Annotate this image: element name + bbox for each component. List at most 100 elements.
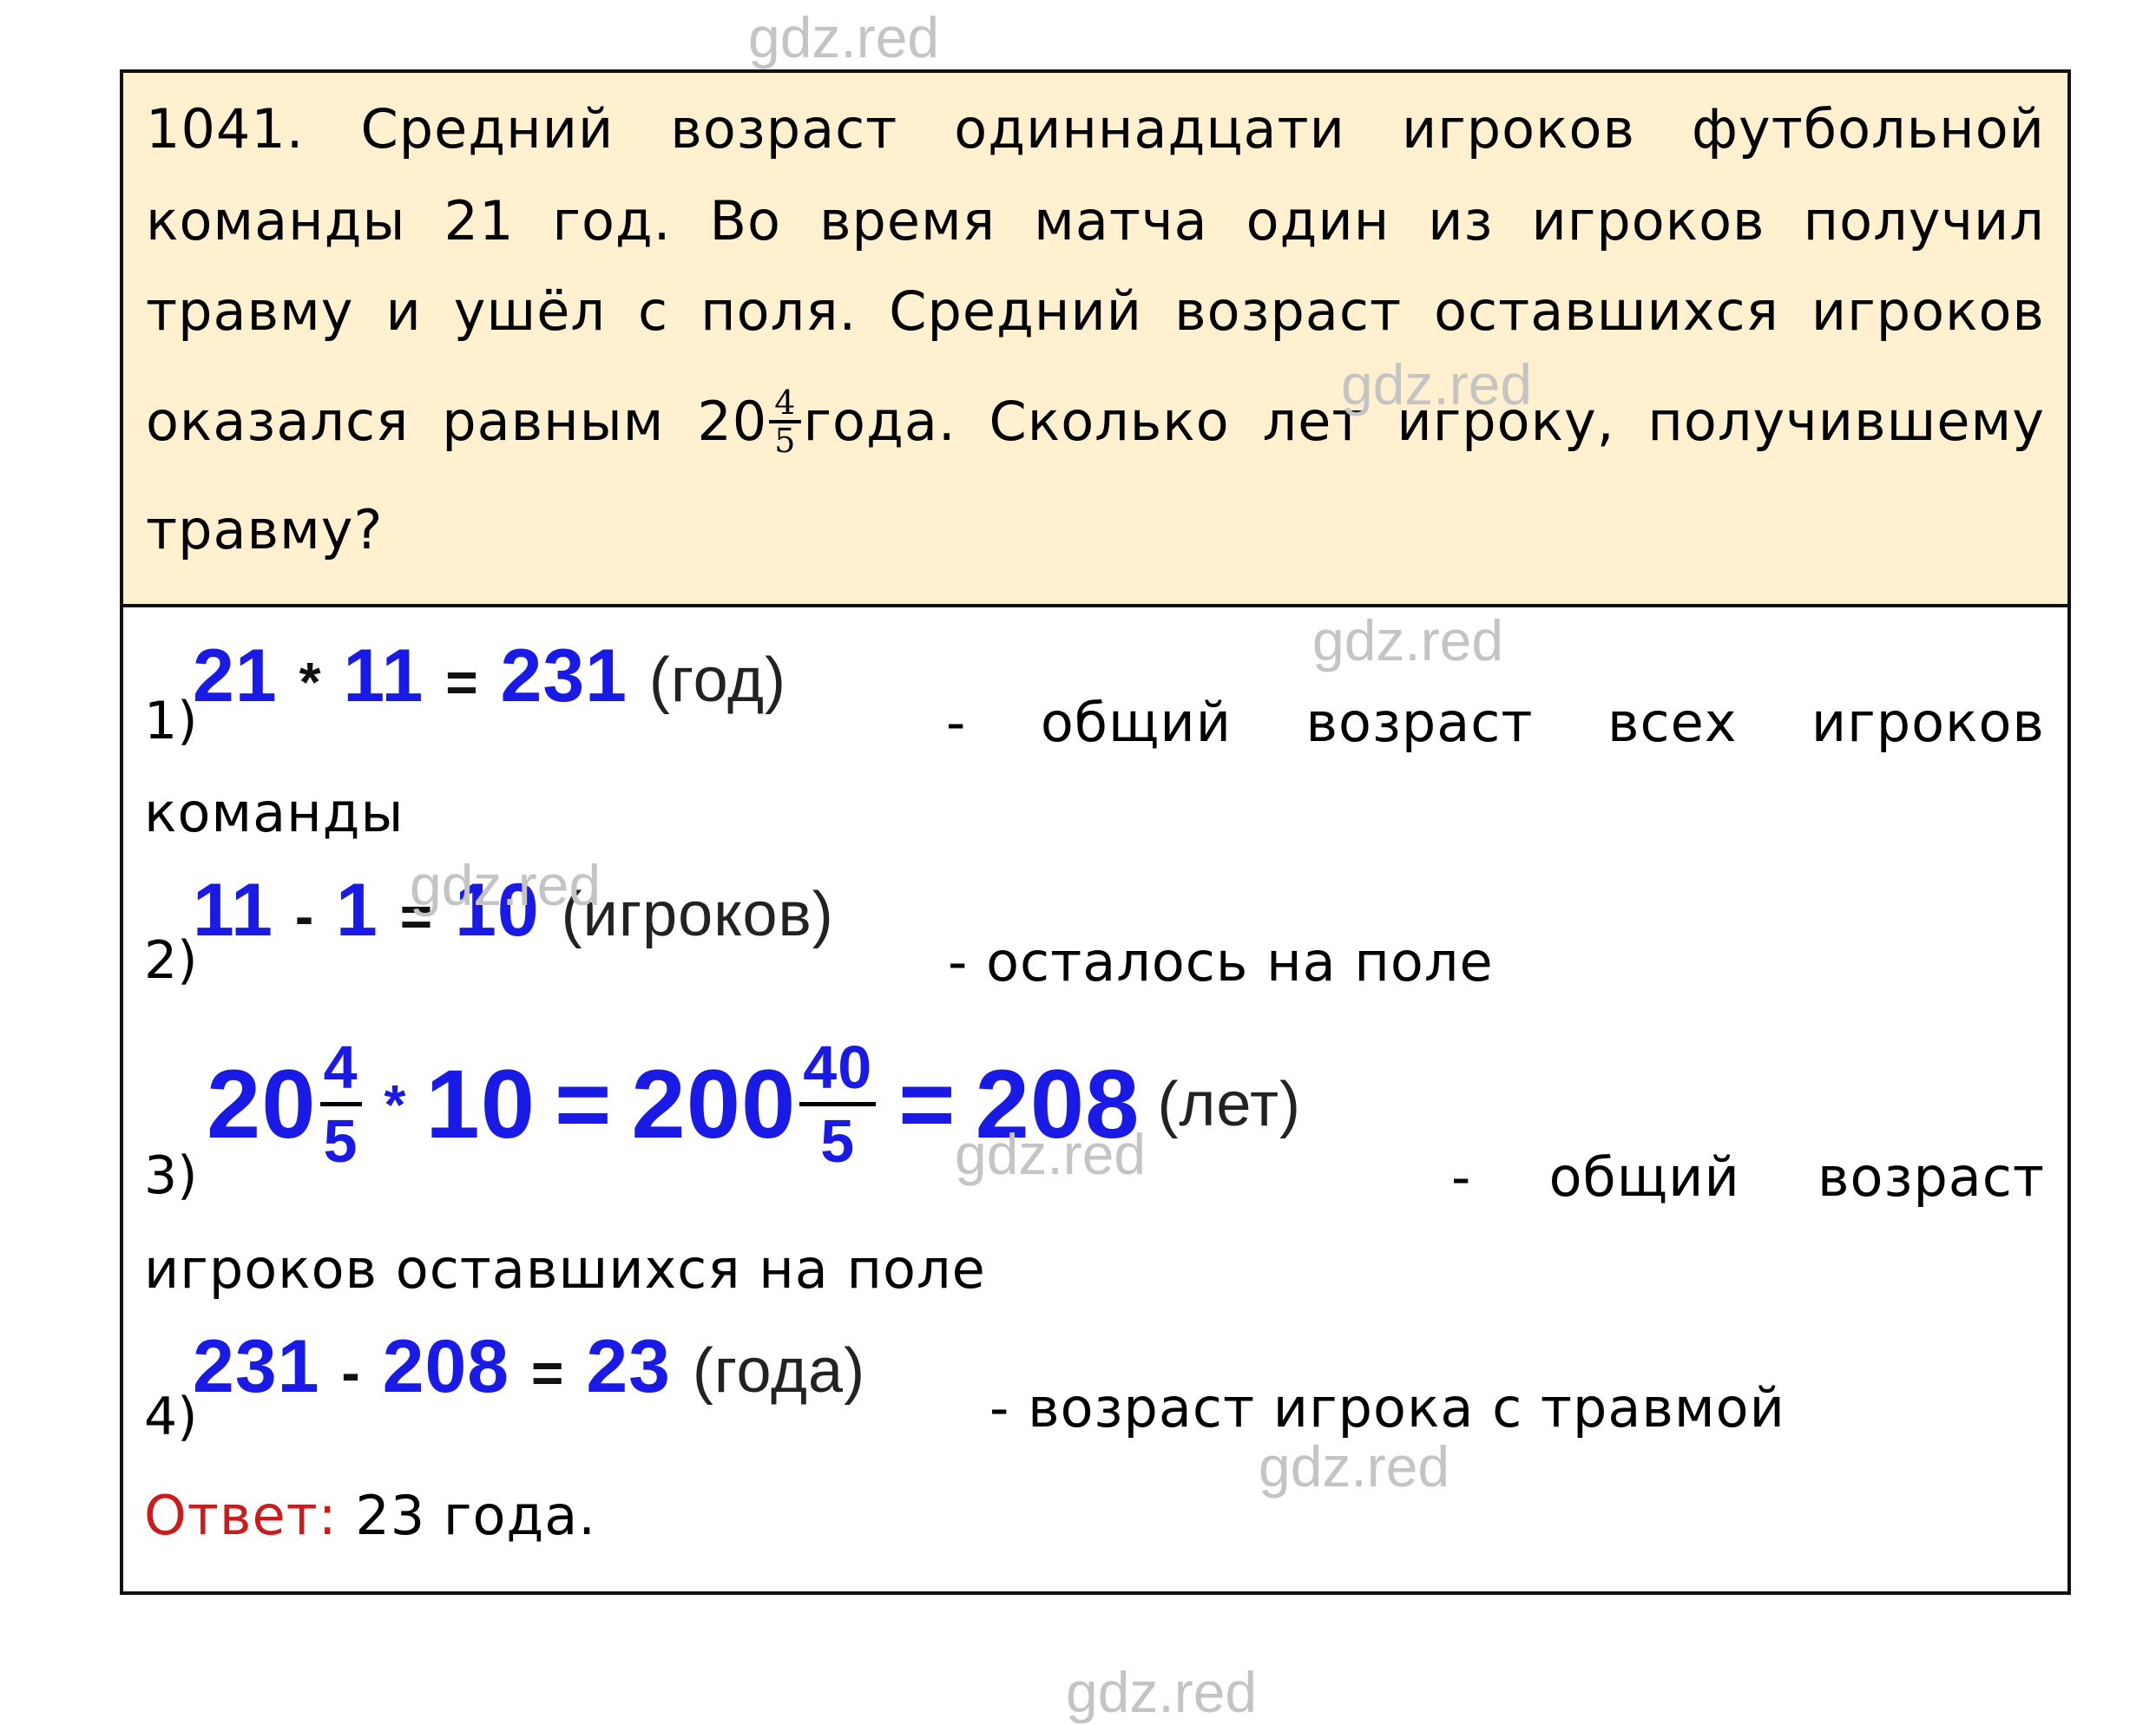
fraction: 4 5 — [769, 385, 802, 460]
unit: (игроков) — [561, 880, 834, 949]
operand: 1 — [336, 869, 378, 952]
problem-line-3: травму и ушёл с поля. Средний возраст ос… — [146, 281, 2045, 342]
word: - — [1451, 1145, 1472, 1209]
step-1-description-cont: команды — [144, 781, 404, 844]
equals-sign: = — [531, 1341, 565, 1404]
word: игроков — [1811, 279, 2045, 343]
word: игроков — [1811, 691, 2045, 754]
problem-line-4: оказался равным 20 4 5 года. Сколько лет… — [146, 385, 2045, 458]
equals-sign: = — [898, 1050, 956, 1158]
step-2-description: - осталось на поле — [948, 930, 1494, 994]
mixed-whole: 20 — [697, 390, 768, 453]
word: ушёл — [453, 279, 606, 343]
step-1-equation: 21 * 11 = 231 (год) — [193, 633, 786, 719]
word: с — [638, 279, 669, 343]
word: игроков — [1401, 97, 1636, 161]
word: год. — [552, 189, 672, 253]
word: время — [818, 189, 996, 253]
word: возраст — [670, 97, 898, 161]
problem-line-2: команды 21 год. Во время матча один из и… — [146, 191, 2045, 252]
result: 231 — [500, 634, 628, 718]
operand: 21 — [193, 634, 278, 718]
fraction: 4 5 — [319, 1033, 362, 1176]
problem-number: 1041. — [146, 97, 305, 161]
step-number: 1) — [144, 691, 198, 751]
fraction-denominator: 5 — [820, 1107, 856, 1175]
word: 21 — [444, 189, 515, 253]
problem-line-1: 1041. Средний возраст одиннадцати игроко… — [146, 99, 2045, 160]
word: общий — [1040, 691, 1232, 754]
step-4-description: - возраст игрока с травмой — [989, 1376, 1785, 1440]
watermark: gdz.red — [1066, 1660, 1258, 1724]
word: из — [1428, 189, 1494, 253]
operand: 208 — [382, 1325, 510, 1408]
word: общий — [1548, 1145, 1740, 1209]
step-number: 3) — [144, 1145, 198, 1206]
word: один — [1246, 189, 1390, 253]
fraction-numerator: 4 — [769, 385, 802, 423]
word: Сколько — [989, 390, 1230, 453]
operand: 11 — [193, 869, 273, 952]
operator: * — [384, 1072, 407, 1136]
word: матча — [1034, 189, 1208, 253]
operator: - — [341, 1341, 361, 1404]
fraction: 40 5 — [799, 1033, 877, 1176]
word: возраст — [1817, 1145, 2045, 1209]
watermark: gdz.red — [1259, 1434, 1450, 1499]
word: получил — [1803, 189, 2045, 253]
step-number: 4) — [144, 1387, 198, 1447]
operand: 11 — [343, 634, 424, 718]
fraction-denominator: 5 — [323, 1107, 358, 1175]
equals-sign: = — [555, 1050, 613, 1158]
problem-statement: 1041. Средний возраст одиннадцати игроко… — [123, 73, 2067, 607]
word: поля. — [700, 279, 858, 343]
unit: (года) — [692, 1336, 866, 1406]
exercise-box: 1041. Средний возраст одиннадцати игроко… — [120, 69, 2071, 1595]
solution: 1) 21 * 11 = 231 (год) - общий возраст в… — [123, 607, 2067, 1591]
word: возраст — [1174, 279, 1403, 343]
mixed-number: 20 4 5 года. — [697, 385, 956, 458]
step-4-equation: 231 - 208 = 23 (года) — [193, 1324, 865, 1410]
word: Средний — [360, 97, 615, 161]
step-3-description-cont: игроков оставшихся на поле — [144, 1237, 986, 1301]
operator: * — [299, 651, 322, 713]
word: равным — [442, 390, 665, 453]
word: оставшихся — [1434, 279, 1779, 343]
unit: (лет) — [1157, 1069, 1302, 1139]
word: - — [946, 691, 967, 754]
unit: (год) — [648, 646, 787, 715]
operand: 231 — [193, 1325, 320, 1408]
step-3-description: - общий возраст — [1451, 1145, 2045, 1209]
watermark: gdz.red — [1341, 352, 1533, 416]
watermark: gdz.red — [1312, 608, 1504, 672]
mixed-whole: 200 — [631, 1050, 797, 1158]
answer-label: Ответ: — [144, 1484, 338, 1547]
word: года. — [803, 390, 956, 453]
watermark: gdz.red — [955, 1122, 1147, 1186]
word: команды — [146, 189, 406, 253]
equals-sign: = — [445, 651, 479, 713]
mixed-whole: 20 — [207, 1050, 317, 1158]
word: травму? — [146, 498, 384, 561]
word: травму — [146, 279, 354, 343]
operator: - — [294, 885, 315, 948]
fraction-denominator: 5 — [774, 422, 797, 460]
word: Во — [709, 189, 781, 253]
word: одиннадцати — [954, 97, 1345, 161]
word: оказался — [146, 390, 410, 453]
word: всех — [1607, 691, 1738, 754]
problem-line-5: травму? — [146, 500, 2045, 561]
fraction-numerator: 40 — [799, 1033, 877, 1106]
word: футбольной — [1692, 97, 2045, 161]
operand: 10 — [425, 1050, 536, 1158]
word: возраст — [1305, 691, 1534, 754]
watermark: gdz.red — [410, 853, 601, 917]
word: игроков — [1531, 189, 1765, 253]
step-1-description: - общий возраст всех игроков — [946, 691, 2045, 754]
word: получившему — [1647, 390, 2045, 453]
answer-value: 23 года. — [355, 1484, 597, 1547]
watermark: gdz.red — [748, 5, 940, 69]
result: 23 — [586, 1325, 671, 1408]
fraction-numerator: 4 — [319, 1033, 362, 1106]
word: Средний — [889, 279, 1143, 343]
